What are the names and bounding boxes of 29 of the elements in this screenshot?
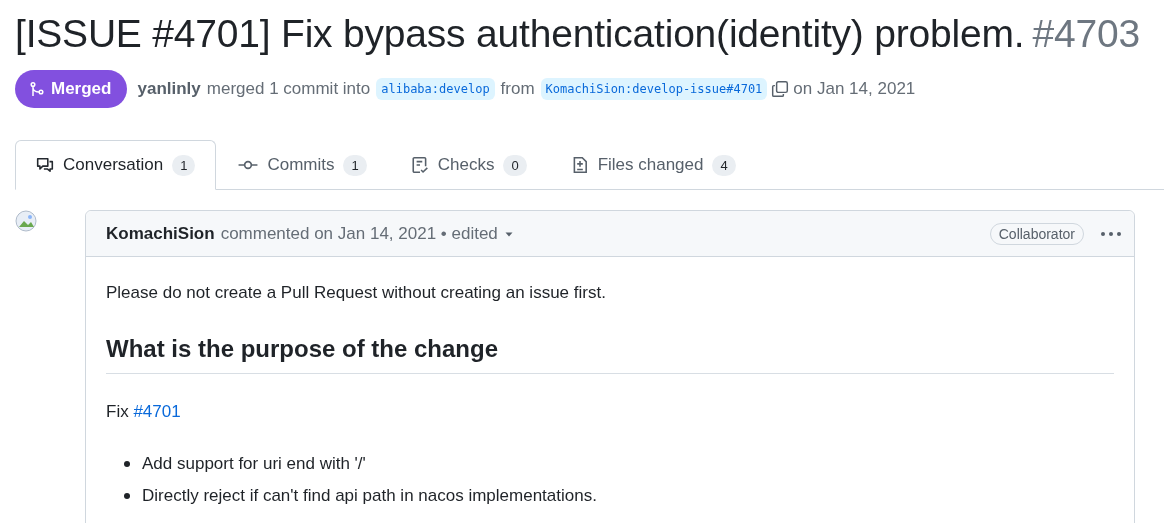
more-icon[interactable] <box>1100 230 1122 237</box>
merge-text: merged 1 commit into <box>206 79 371 99</box>
list-item: Add support for uri end with '/' <box>142 454 366 474</box>
copy-icon[interactable] <box>771 80 790 98</box>
tab[interactable]: Conversation 1 <box>15 140 217 190</box>
tab[interactable]: Files changed 4 <box>548 140 758 190</box>
status-badge: Merged <box>15 70 128 108</box>
chat-icon <box>36 156 54 174</box>
merge-date: on Jan 14, 2021 <box>793 79 916 99</box>
issue-link[interactable]: #4701 <box>133 402 181 421</box>
section-heading: What is the purpose of the change <box>106 335 1114 374</box>
comment-meta: commented on Jan 14, 2021 • edited <box>220 223 498 244</box>
fix-text: Fix <box>106 402 129 421</box>
author-link[interactable]: yanlinly <box>137 79 201 99</box>
comment-author[interactable]: KomachiSion <box>106 223 215 244</box>
bullet-icon <box>124 461 130 467</box>
checklist-icon <box>410 156 429 174</box>
pr-number: #4703 <box>1032 12 1140 55</box>
tab[interactable]: Commits 1 <box>216 140 389 190</box>
merge-icon <box>29 81 45 97</box>
comment-text: Please do not create a Pull Request without creating an issue first. <box>106 283 607 303</box>
broken-image-icon <box>15 210 37 232</box>
list-item: Directly reject if can't find api path in nacos implementations. <box>142 486 597 506</box>
base-branch[interactable]: alibaba:develop <box>376 78 495 100</box>
pr-title: [ISSUE #4701] Fix bypass authentication(identity) problem. <box>15 12 1025 55</box>
head-branch[interactable]: KomachiSion:develop-issue#4701 <box>540 78 768 100</box>
tab[interactable]: Checks 0 <box>388 140 549 190</box>
bullet-icon <box>124 493 130 499</box>
from-text: from <box>500 79 535 99</box>
